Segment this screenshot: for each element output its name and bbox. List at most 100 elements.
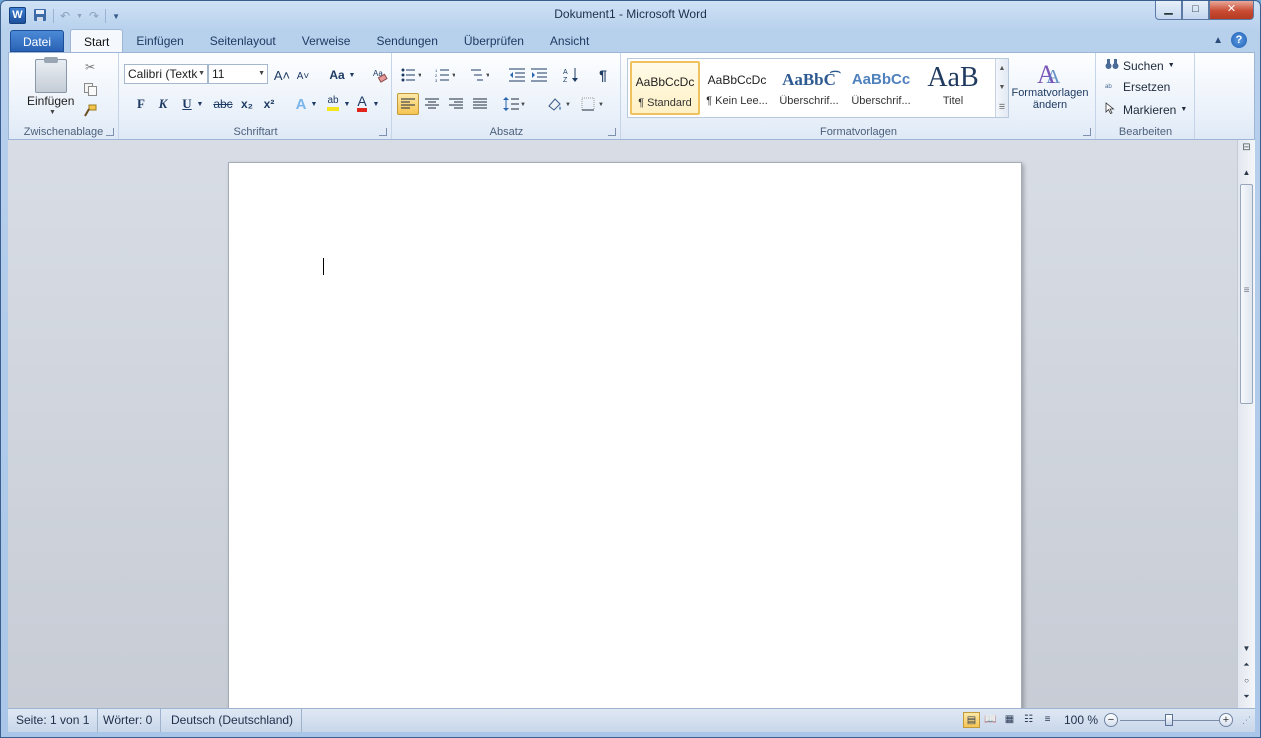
tab-insert[interactable]: Einfügen <box>123 29 196 53</box>
chevron-down-icon[interactable]: ▼ <box>343 96 351 112</box>
superscript-button[interactable]: x² <box>260 94 278 114</box>
draft-view-icon[interactable]: ≡ <box>1039 712 1056 728</box>
gallery-more-icon[interactable]: ☰ <box>999 103 1005 111</box>
zoom-slider-thumb[interactable] <box>1165 714 1173 726</box>
scroll-down-icon[interactable]: ▼ <box>1238 644 1255 653</box>
tab-references[interactable]: Verweise <box>289 29 364 53</box>
tab-mailings[interactable]: Sendungen <box>363 29 450 53</box>
justify-icon[interactable] <box>469 93 491 115</box>
borders-icon[interactable]: ▼ <box>579 93 607 115</box>
text-effects-button[interactable]: A <box>292 94 310 114</box>
style-heading-1[interactable]: AaBbC͡ Überschrif... <box>774 61 844 115</box>
chevron-down-icon[interactable]: ▼ <box>372 96 380 112</box>
change-styles-button[interactable]: AA Formatvorlagen ändern <box>1010 57 1090 117</box>
paragraph-launcher-icon[interactable] <box>608 128 616 136</box>
gallery-up-icon[interactable]: ▲ <box>999 65 1006 72</box>
previous-page-icon[interactable]: ⏶ <box>1238 660 1255 670</box>
print-layout-view-icon[interactable]: ▤ <box>963 712 980 728</box>
minimize-button[interactable]: ▁ <box>1155 1 1182 20</box>
status-language[interactable]: Deutsch (Deutschland) <box>163 709 303 732</box>
subscript-button[interactable]: x₂ <box>238 94 256 114</box>
align-right-icon[interactable] <box>445 93 467 115</box>
clipboard-group-label: Zwischenablage <box>23 126 104 138</box>
ribbon-tab-row: Datei Start Einfügen Seitenlayout Verwei… <box>8 29 1253 53</box>
zoom-in-button[interactable]: + <box>1219 713 1233 727</box>
zoom-out-button[interactable]: − <box>1104 713 1118 727</box>
tab-review[interactable]: Überprüfen <box>451 29 537 53</box>
font-name-combobox[interactable]: Calibri (Textk ▼ <box>124 64 208 84</box>
chevron-down-icon[interactable]: ▼ <box>196 96 204 112</box>
styles-launcher-icon[interactable] <box>1083 128 1091 136</box>
tab-view[interactable]: Ansicht <box>537 29 602 53</box>
maximize-button[interactable]: □ <box>1182 1 1209 20</box>
font-color-button[interactable]: A <box>352 93 372 113</box>
line-spacing-icon[interactable]: ▼ <box>501 93 527 115</box>
style-title[interactable]: AaB Titel <box>918 61 988 115</box>
change-styles-icon: AA <box>1037 60 1061 87</box>
bold-button[interactable]: F <box>132 94 150 114</box>
strikethrough-button[interactable]: abc <box>212 94 234 114</box>
scroll-up-icon[interactable]: ▲ <box>1238 168 1255 177</box>
multilevel-list-icon[interactable]: ▼ <box>467 65 491 85</box>
bullets-icon[interactable]: ▼ <box>399 65 423 85</box>
grow-font-button[interactable]: A˄ <box>272 65 292 85</box>
shrink-font-button[interactable]: A˅ <box>294 67 312 85</box>
style-no-spacing[interactable]: AaBbCcDc ¶ Kein Lee... <box>702 61 772 115</box>
replace-button[interactable]: ᵃᵇ Ersetzen <box>1105 80 1170 94</box>
ruler-toggle-icon[interactable]: ⊟ <box>1239 142 1254 162</box>
font-launcher-icon[interactable] <box>379 128 387 136</box>
clear-formatting-icon[interactable]: Aa <box>370 65 390 85</box>
copy-icon[interactable] <box>81 80 99 98</box>
clipboard-launcher-icon[interactable] <box>106 128 114 136</box>
help-icon[interactable]: ? <box>1231 32 1247 48</box>
align-center-icon[interactable] <box>421 93 443 115</box>
close-button[interactable]: ✕ <box>1209 1 1254 20</box>
paste-dropdown-icon[interactable]: ▼ <box>49 109 56 116</box>
full-screen-reading-view-icon[interactable]: 📖 <box>982 712 999 728</box>
style-standard[interactable]: AaBbCcDc ¶ Standard <box>630 61 700 115</box>
cut-icon[interactable]: ✂ <box>81 58 99 76</box>
collapse-ribbon-icon[interactable]: ▲ <box>1213 35 1223 46</box>
zoom-level[interactable]: 100 % <box>1064 709 1098 732</box>
status-words[interactable]: Wörter: 0 <box>95 709 162 732</box>
shading-icon[interactable]: ▼ <box>545 93 573 115</box>
chevron-down-icon[interactable]: ▼ <box>198 65 205 83</box>
increase-indent-icon[interactable] <box>529 65 549 85</box>
highlight-button[interactable]: ab <box>323 93 343 113</box>
tab-start[interactable]: Start <box>70 29 124 53</box>
format-painter-icon[interactable] <box>81 102 99 120</box>
vertical-scrollbar[interactable]: ⊟ ▲ ▼ ⏶ ○ ⏷ <box>1237 140 1255 708</box>
tab-file[interactable]: Datei <box>10 30 64 52</box>
align-left-icon[interactable] <box>397 93 419 115</box>
editing-group-label: Bearbeiten <box>1118 126 1173 138</box>
browse-object-icon[interactable]: ○ <box>1238 676 1255 685</box>
chevron-down-icon[interactable]: ▼ <box>310 96 318 112</box>
tab-page-layout[interactable]: Seitenlayout <box>197 29 289 53</box>
chevron-down-icon[interactable]: ▼ <box>348 67 356 83</box>
style-heading-2[interactable]: AaBbCc Überschrif... <box>846 61 916 115</box>
sort-icon[interactable]: AZ <box>561 65 581 85</box>
underline-button[interactable]: U <box>178 94 196 114</box>
numbering-icon[interactable]: 1 2 3 ▼ <box>433 65 457 85</box>
resize-grip-icon[interactable]: ⋰ <box>1242 715 1251 726</box>
font-size-combobox[interactable]: 11 ▼ <box>208 64 268 84</box>
scroll-thumb[interactable] <box>1240 184 1253 404</box>
show-formatting-button[interactable]: ¶ <box>593 65 613 85</box>
next-page-icon[interactable]: ⏷ <box>1238 692 1255 702</box>
select-button[interactable]: Markieren ▼ <box>1105 102 1187 117</box>
tabrow-right: ▲ ? <box>1213 32 1247 48</box>
gallery-down-icon[interactable]: ▼ <box>999 84 1006 91</box>
document-page[interactable] <box>228 162 1022 722</box>
status-page[interactable]: Seite: 1 von 1 <box>8 709 99 732</box>
find-button[interactable]: Suchen ▼ <box>1105 58 1175 73</box>
binoculars-icon <box>1105 58 1119 73</box>
outline-view-icon[interactable]: ☷ <box>1020 712 1037 728</box>
decrease-indent-icon[interactable] <box>507 65 527 85</box>
chevron-down-icon[interactable]: ▼ <box>258 65 265 83</box>
change-case-button[interactable]: Aa <box>326 65 348 85</box>
italic-button[interactable]: K <box>154 94 172 114</box>
window-controls: ▁ □ ✕ <box>1155 1 1254 20</box>
clipboard-paste-icon[interactable] <box>35 57 67 93</box>
paste-button[interactable]: Einfügen <box>27 94 74 108</box>
web-layout-view-icon[interactable]: ▦ <box>1001 712 1018 728</box>
